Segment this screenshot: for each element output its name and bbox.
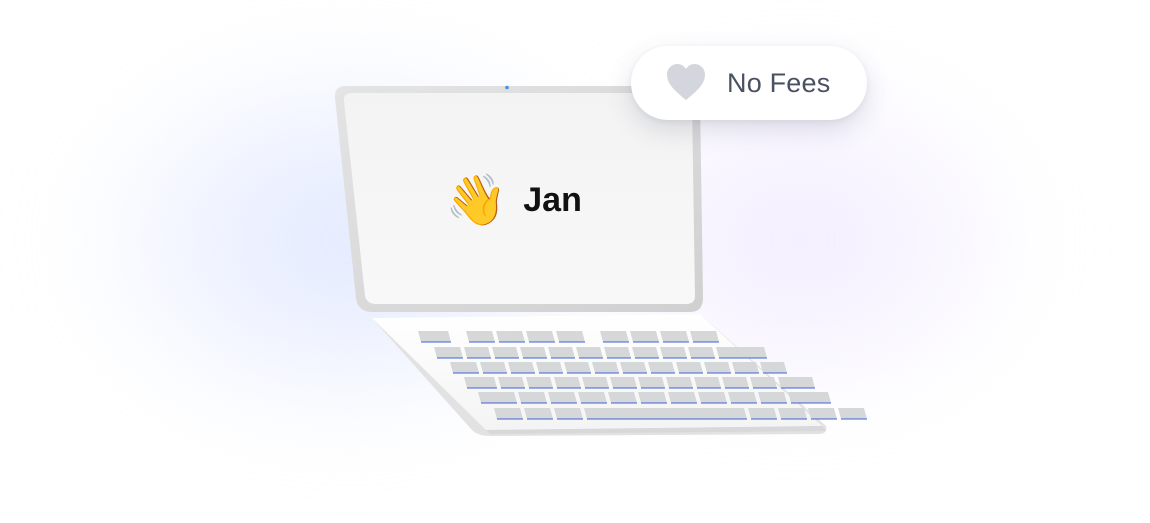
keyboard-key: [450, 362, 479, 373]
keyboard-key: [536, 362, 563, 373]
keyboard-key: [548, 347, 575, 358]
keyboard-key: [464, 347, 491, 358]
keyboard-key: [466, 331, 495, 342]
keyboard-key: [554, 377, 581, 388]
keyboard-key: [524, 408, 553, 419]
keyboard-key: [630, 331, 659, 342]
keyboard-key: [610, 377, 637, 388]
keyboard-key: [604, 347, 631, 358]
keyboard-key: [694, 377, 721, 388]
keyboard-key: [520, 347, 547, 358]
keyboard-key: [778, 377, 815, 388]
keyboard-key: [498, 377, 525, 388]
laptop-illustration: [334, 85, 867, 436]
user-name: Jan: [523, 180, 582, 219]
keyboard-key: [576, 347, 603, 358]
heart-icon: [667, 64, 705, 100]
keyboard-key: [578, 392, 607, 403]
keyboard-key: [728, 392, 757, 403]
keyboard-key: [732, 362, 759, 373]
keyboard-key: [494, 408, 523, 419]
keyboard-key: [722, 377, 749, 388]
keyboard-key: [526, 377, 553, 388]
keyboard-key: [434, 347, 463, 358]
keyboard-key: [564, 362, 591, 373]
keyboard-key: [716, 347, 767, 358]
keyboard-key: [648, 362, 675, 373]
keyboard-key: [688, 347, 715, 358]
keyboard-key: [838, 408, 867, 419]
no-fees-label: No Fees: [727, 68, 831, 98]
keyboard-key: [638, 392, 667, 403]
keyboard-key: [496, 331, 525, 342]
keyboard-key: [676, 362, 703, 373]
keyboard-key: [690, 331, 719, 342]
keyboard-key: [788, 392, 831, 403]
keyboard-key: [760, 362, 787, 373]
keyboard-key: [620, 362, 647, 373]
keyboard-key: [750, 377, 777, 388]
keyboard-key: [554, 408, 583, 419]
keyboard-key: [668, 392, 697, 403]
keyboard-key: [638, 377, 665, 388]
keyboard-key: [584, 408, 747, 419]
keyboard-key: [478, 392, 517, 403]
keyboard-key: [660, 347, 687, 358]
keyboard-key: [666, 377, 693, 388]
no-fees-badge: No Fees: [631, 46, 867, 120]
waving-hand-icon: 👋: [445, 172, 508, 228]
keyboard-key: [758, 392, 787, 403]
keyboard-key: [508, 362, 535, 373]
keyboard-key: [480, 362, 507, 373]
keyboard-key: [418, 331, 451, 342]
keyboard-key: [582, 377, 609, 388]
keyboard-key: [464, 377, 497, 388]
keyboard-key: [660, 331, 689, 342]
keyboard-key: [632, 347, 659, 358]
greeting: 👋 Jan: [445, 170, 582, 230]
keyboard-key: [608, 392, 637, 403]
keyboard-key: [492, 347, 519, 358]
keyboard-key: [704, 362, 731, 373]
keyboard-key: [600, 331, 629, 342]
webcam-dot: [505, 85, 509, 90]
keyboard-key: [518, 392, 547, 403]
keyboard-key: [526, 331, 555, 342]
keyboard-key: [778, 408, 807, 419]
keyboard-key: [556, 331, 585, 342]
keyboard-key: [548, 392, 577, 403]
keyboard-key: [808, 408, 837, 419]
keyboard-key: [592, 362, 619, 373]
keyboard-key: [698, 392, 727, 403]
keyboard-key: [748, 408, 777, 419]
